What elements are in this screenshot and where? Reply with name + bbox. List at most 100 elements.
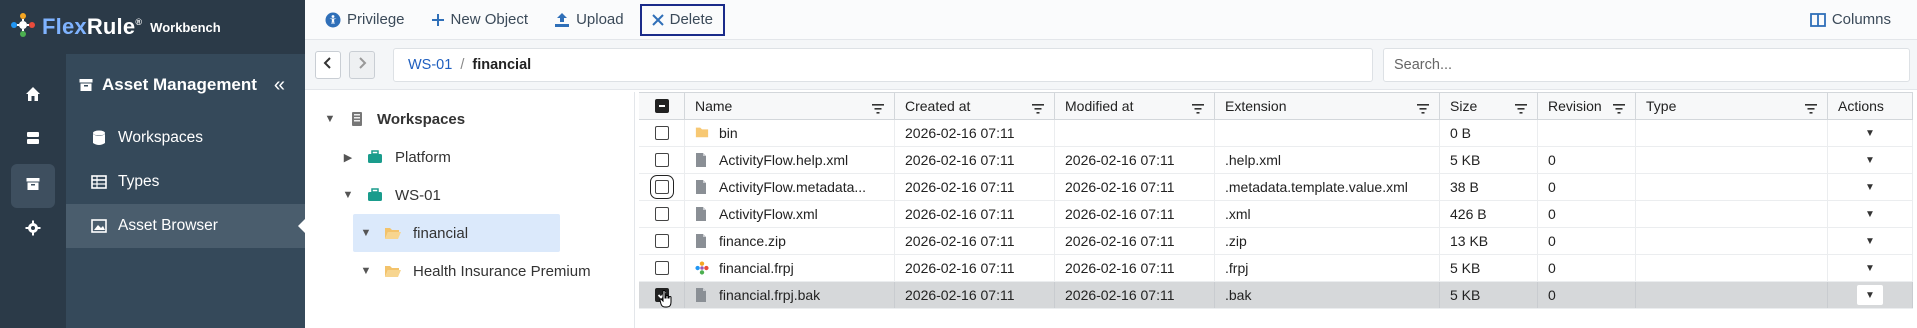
caret-down-icon[interactable]: ▼ — [341, 189, 355, 201]
collapse-menu-button[interactable]: « — [274, 74, 285, 97]
column-label: Modified at — [1065, 98, 1134, 114]
filter-icon[interactable] — [1032, 101, 1044, 117]
filter-icon[interactable] — [1613, 101, 1625, 117]
toolbar: Privilege New Object Upload Delete Colum… — [305, 0, 1917, 40]
created-cell: 2026-02-16 07:11 — [895, 282, 1055, 308]
name-cell[interactable]: financial.frpj.bak — [685, 282, 895, 308]
table-row[interactable]: bin 2026-02-16 07:11 0 B ▼ — [639, 120, 1913, 147]
row-checkbox[interactable] — [649, 175, 674, 199]
size-cell: 5 KB — [1440, 255, 1538, 281]
menu-item-workspaces[interactable]: Workspaces — [66, 116, 305, 160]
brand-name: FlexRule® — [42, 14, 143, 39]
hand-cursor-icon — [659, 290, 673, 308]
row-actions-dropdown[interactable]: ▼ — [1857, 285, 1883, 305]
forward-button[interactable] — [349, 50, 375, 79]
delete-label: Delete — [669, 11, 713, 28]
tree-node-workspaces[interactable]: ▼ Workspaces — [305, 100, 634, 138]
folder-icon — [695, 125, 709, 141]
size-cell: 5 KB — [1440, 282, 1538, 308]
file-icon — [695, 179, 709, 195]
database-icon — [90, 130, 108, 146]
row-actions-dropdown[interactable]: ▼ — [1857, 231, 1883, 251]
row-checkbox[interactable] — [654, 261, 669, 275]
workspace-tree: ▼ Workspaces ▶ Platform ▼ WS-01 ▼ financ… — [305, 92, 635, 328]
table-row[interactable]: finance.zip 2026-02-16 07:11 2026-02-16 … — [639, 228, 1913, 255]
menu-item-label: Asset Browser — [118, 217, 218, 234]
close-icon — [651, 13, 664, 26]
breadcrumb-root-link[interactable]: WS-01 — [408, 57, 452, 73]
filter-icon[interactable] — [1805, 101, 1817, 117]
table-row[interactable]: ActivityFlow.help.xml 2026-02-16 07:11 2… — [639, 147, 1913, 174]
gear-icon — [25, 220, 41, 240]
tree-node-health-insurance-premium[interactable]: ▼ Health Insurance Premium — [305, 252, 634, 290]
rail-server[interactable] — [11, 118, 55, 162]
modified-cell: 2026-02-16 07:11 — [1055, 201, 1215, 227]
row-checkbox[interactable] — [654, 234, 669, 248]
tree-node-platform[interactable]: ▶ Platform — [305, 138, 634, 176]
tree-node-label: financial — [413, 224, 469, 242]
name-cell[interactable]: bin — [685, 120, 895, 146]
privilege-button[interactable]: Privilege — [315, 4, 415, 36]
menu-item-asset-browser[interactable]: Asset Browser — [66, 204, 306, 248]
name-cell[interactable]: ActivityFlow.help.xml — [685, 147, 895, 173]
tree-node-financial[interactable]: ▼ financial — [353, 214, 560, 252]
row-checkbox-cell — [639, 228, 685, 254]
filter-icon[interactable] — [1192, 101, 1204, 117]
caret-right-icon[interactable]: ▶ — [341, 151, 355, 164]
table-row[interactable]: financial.frpj.bak 2026-02-16 07:11 2026… — [639, 282, 1913, 309]
column-header-type[interactable]: Type — [1636, 93, 1828, 119]
columns-button[interactable]: Columns — [1800, 4, 1901, 36]
row-checkbox-cell — [639, 120, 685, 146]
column-header-size[interactable]: Size — [1440, 93, 1538, 119]
file-name: financial.frpj.bak — [719, 287, 821, 303]
row-actions-dropdown[interactable]: ▼ — [1857, 204, 1883, 224]
delete-button[interactable]: Delete — [639, 3, 725, 36]
caret-down-icon: ▼ — [1865, 127, 1875, 139]
filter-icon[interactable] — [1515, 101, 1527, 117]
name-cell[interactable]: finance.zip — [685, 228, 895, 254]
table-row[interactable]: financial.frpj 2026-02-16 07:11 2026-02-… — [639, 255, 1913, 282]
caret-down-icon[interactable]: ▼ — [359, 227, 373, 239]
row-actions-dropdown[interactable]: ▼ — [1857, 258, 1883, 278]
column-header-created-at[interactable]: Created at — [895, 93, 1055, 119]
column-header-extension[interactable]: Extension — [1215, 93, 1440, 119]
rail-assets[interactable] — [11, 164, 55, 208]
select-all-checkbox[interactable] — [654, 99, 669, 113]
row-checkbox[interactable] — [654, 153, 669, 167]
asset-grid: Name Created at Modified at Extension Si… — [639, 92, 1913, 328]
row-actions-dropdown[interactable]: ▼ — [1857, 177, 1883, 197]
column-header-revision[interactable]: Revision — [1538, 93, 1636, 119]
row-actions-dropdown[interactable]: ▼ — [1857, 150, 1883, 170]
created-cell: 2026-02-16 07:11 — [895, 228, 1055, 254]
new-object-button[interactable]: New Object — [421, 4, 539, 36]
menu-item-types[interactable]: Types — [66, 160, 305, 204]
column-header-name[interactable]: Name — [685, 93, 895, 119]
filter-icon[interactable] — [872, 101, 884, 117]
breadcrumb: WS-01 / financial — [393, 47, 1373, 82]
column-header-modified-at[interactable]: Modified at — [1055, 93, 1215, 119]
table-row[interactable]: ActivityFlow.metadata... 2026-02-16 07:1… — [639, 174, 1913, 201]
name-cell[interactable]: financial.frpj — [685, 255, 895, 281]
row-checkbox[interactable] — [654, 126, 669, 140]
rail-home[interactable] — [11, 74, 55, 118]
name-cell[interactable]: ActivityFlow.xml — [685, 201, 895, 227]
table-row[interactable]: ActivityFlow.xml 2026-02-16 07:11 2026-0… — [639, 201, 1913, 228]
caret-down-icon[interactable]: ▼ — [359, 265, 373, 277]
revision-cell: 0 — [1538, 201, 1636, 227]
row-actions-dropdown[interactable]: ▼ — [1857, 123, 1883, 143]
file-name: bin — [719, 125, 738, 141]
filter-icon[interactable] — [1417, 101, 1429, 117]
name-cell[interactable]: ActivityFlow.metadata... — [685, 174, 895, 200]
tree-node-ws-01[interactable]: ▼ WS-01 — [305, 176, 634, 214]
upload-button[interactable]: Upload — [544, 4, 634, 36]
chevron-left-icon — [323, 56, 333, 73]
caret-down-icon: ▼ — [1865, 208, 1875, 220]
caret-down-icon[interactable]: ▼ — [323, 113, 337, 125]
row-checkbox[interactable] — [654, 207, 669, 221]
extension-cell: .xml — [1215, 201, 1440, 227]
column-label: Extension — [1225, 98, 1287, 114]
file-icon — [695, 152, 709, 168]
search-input[interactable] — [1383, 47, 1910, 82]
back-button[interactable] — [315, 50, 341, 79]
rail-settings[interactable] — [11, 208, 55, 252]
